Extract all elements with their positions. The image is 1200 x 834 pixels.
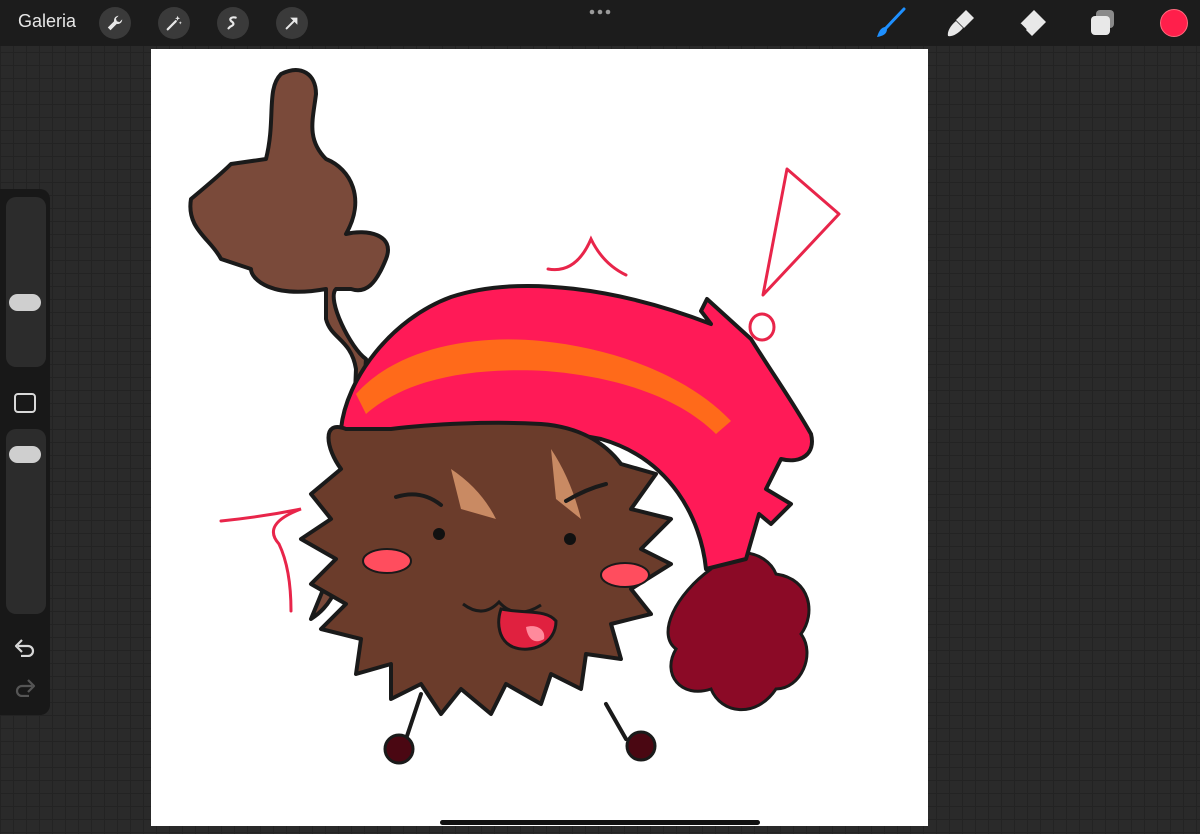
color-picker-swatch[interactable]	[1160, 9, 1188, 37]
opacity-slider[interactable]	[6, 429, 46, 614]
right-foot	[625, 730, 657, 762]
right-leg	[604, 702, 628, 741]
left-foot	[383, 733, 415, 765]
character-artwork	[188, 68, 841, 765]
eraser-icon[interactable]	[1015, 6, 1049, 40]
left-sidebar	[0, 189, 50, 715]
more-dots-icon[interactable]	[588, 6, 612, 18]
undo-icon[interactable]	[13, 637, 37, 657]
left-cheek	[362, 548, 412, 574]
emphasis-stroke-top	[546, 235, 628, 277]
smudge-icon[interactable]	[944, 6, 978, 40]
left-leg	[404, 692, 423, 741]
exclamation-dot	[748, 312, 776, 342]
selection-icon[interactable]	[217, 7, 249, 39]
brush-icon[interactable]	[874, 6, 908, 40]
top-toolbar: Galeria	[0, 0, 1200, 46]
brush-size-slider[interactable]	[6, 197, 46, 367]
right-cheek	[600, 562, 650, 588]
actions-wrench-icon[interactable]	[99, 7, 131, 39]
tail-tuft	[666, 551, 811, 712]
right-eye	[564, 533, 576, 545]
home-indicator	[440, 820, 760, 825]
left-eye	[433, 528, 445, 540]
drawing-canvas[interactable]	[151, 49, 928, 826]
modify-square-button[interactable]	[14, 393, 36, 413]
exclamation-mark-stroke	[761, 167, 841, 297]
emphasis-stroke-left	[219, 507, 302, 613]
brush-size-thumb[interactable]	[9, 294, 41, 311]
adjustments-wand-icon[interactable]	[158, 7, 190, 39]
gallery-button[interactable]: Galeria	[18, 11, 76, 32]
layers-icon[interactable]	[1086, 6, 1120, 40]
transform-arrow-icon[interactable]	[276, 7, 308, 39]
opacity-thumb[interactable]	[9, 446, 41, 463]
redo-icon[interactable]	[13, 677, 37, 697]
